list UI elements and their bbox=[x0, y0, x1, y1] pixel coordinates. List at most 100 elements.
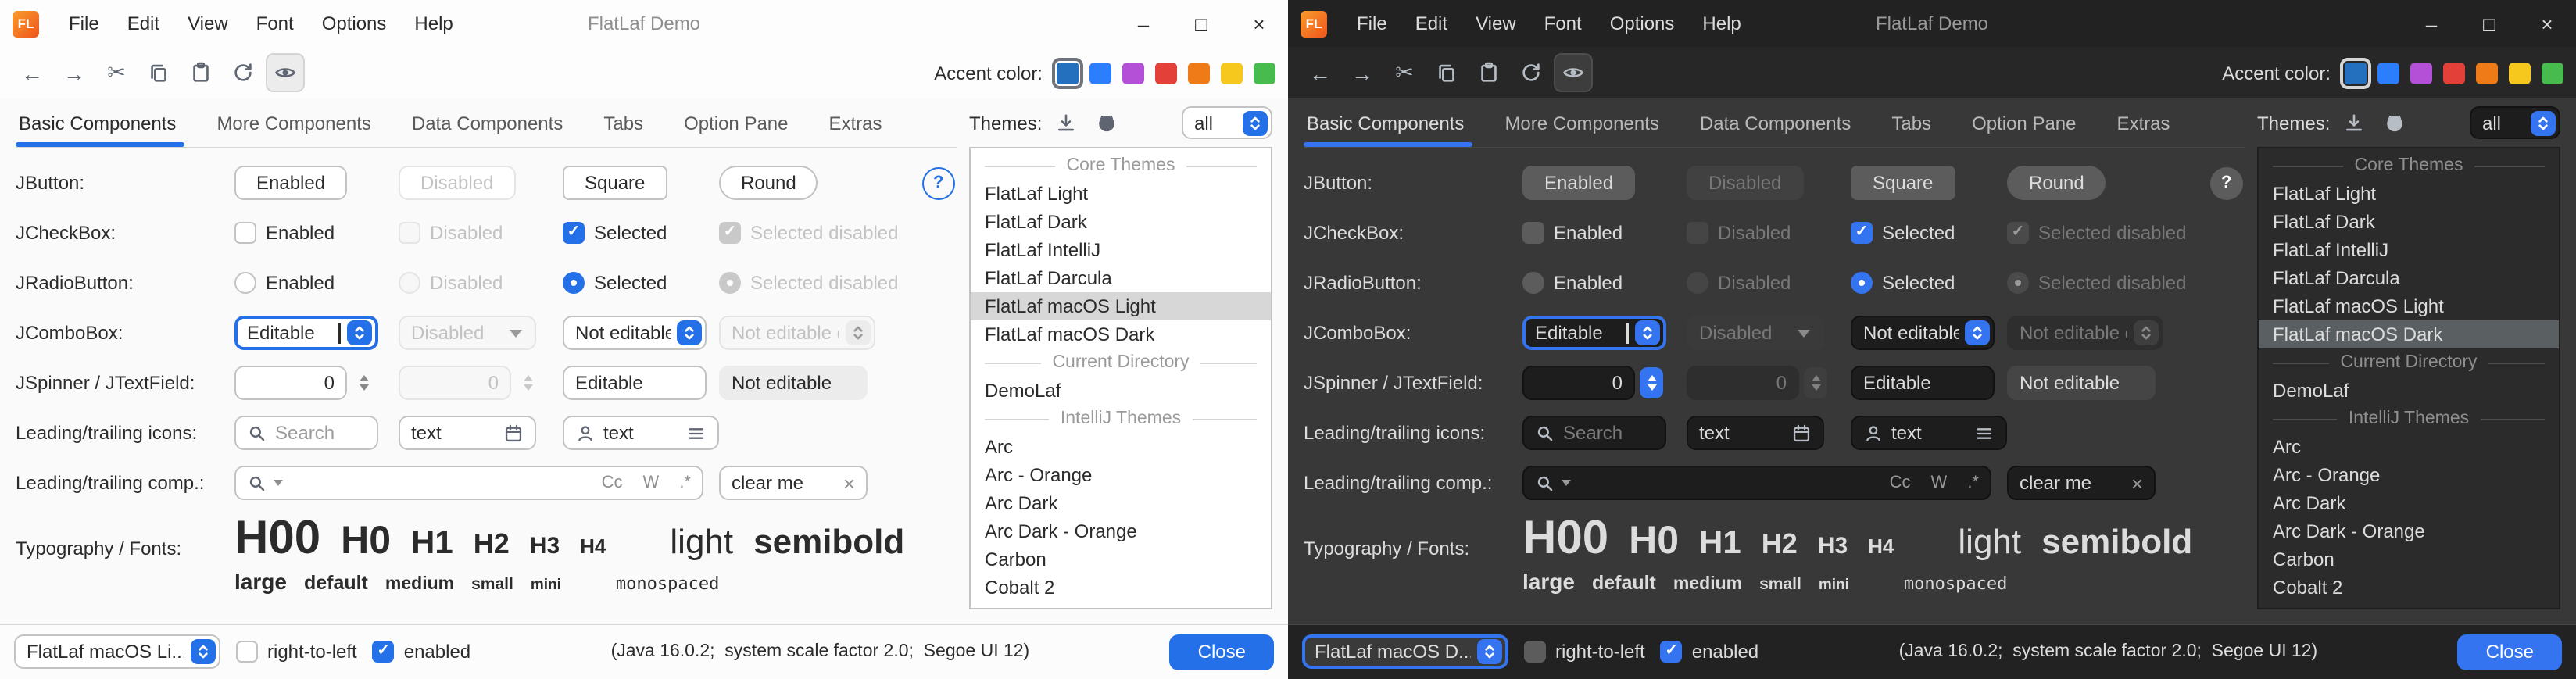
forward-button[interactable]: → bbox=[1343, 53, 1382, 92]
cut-button[interactable]: ✂ bbox=[1385, 53, 1424, 92]
theme-list-item[interactable]: Arc bbox=[2259, 433, 2559, 461]
enabled-button[interactable]: Enabled bbox=[1522, 166, 1635, 200]
combobox-arrow-button[interactable] bbox=[1634, 320, 1659, 345]
checkbox-enabled[interactable]: Enabled bbox=[1522, 222, 1623, 244]
download-themes-button[interactable] bbox=[2336, 105, 2370, 140]
clear-me-field[interactable]: clear me × bbox=[719, 466, 868, 500]
theme-list-item[interactable]: FlatLaf IntelliJ bbox=[2259, 236, 2559, 264]
editable-combobox[interactable]: Editable bbox=[234, 316, 378, 350]
search-with-options-field[interactable]: Cc W .* bbox=[234, 466, 703, 500]
theme-list-item[interactable]: FlatLaf macOS Dark bbox=[971, 320, 1271, 348]
not-editable-combobox[interactable]: Not editable bbox=[563, 316, 707, 350]
chevron-down-icon[interactable] bbox=[274, 480, 283, 486]
accent-swatch-yellow[interactable] bbox=[2509, 62, 2531, 84]
refresh-button[interactable] bbox=[224, 53, 263, 92]
tab-data-components[interactable]: Data Components bbox=[392, 98, 583, 147]
square-button[interactable]: Square bbox=[1851, 166, 1955, 200]
date-field[interactable]: text bbox=[399, 416, 536, 450]
editable-combobox[interactable]: Editable bbox=[1522, 316, 1666, 350]
theme-list-item[interactable]: FlatLaf IntelliJ bbox=[971, 236, 1271, 264]
accent-swatch-red[interactable] bbox=[2443, 62, 2465, 84]
theme-list-item[interactable]: FlatLaf Light bbox=[2259, 180, 2559, 208]
regex-toggle[interactable]: .* bbox=[1967, 474, 1979, 492]
square-button[interactable]: Square bbox=[563, 166, 667, 200]
minimize-button[interactable]: – bbox=[1114, 0, 1172, 47]
paste-button[interactable] bbox=[181, 53, 220, 92]
chevron-down-icon[interactable] bbox=[1562, 480, 1571, 486]
refresh-button[interactable] bbox=[1512, 53, 1551, 92]
menu-file[interactable]: File bbox=[55, 0, 113, 47]
menu-view[interactable]: View bbox=[174, 0, 242, 47]
tab-more-components[interactable]: More Components bbox=[196, 98, 391, 147]
right-to-left-checkbox[interactable]: right-to-left bbox=[236, 641, 357, 663]
tab-data-components[interactable]: Data Components bbox=[1680, 98, 1871, 147]
accent-swatch-green[interactable] bbox=[2542, 62, 2563, 84]
menu-font[interactable]: Font bbox=[242, 0, 308, 47]
menu-list-icon[interactable] bbox=[686, 423, 707, 443]
theme-list-item[interactable]: Arc - Orange bbox=[2259, 461, 2559, 489]
theme-list-item[interactable]: Arc Dark - Orange bbox=[971, 517, 1271, 545]
combobox-arrow-button[interactable] bbox=[676, 320, 701, 345]
theme-list-item[interactable]: Arc bbox=[971, 433, 1271, 461]
checkbox-selected[interactable]: ✓Selected bbox=[1851, 222, 1955, 244]
minimize-button[interactable]: – bbox=[2402, 0, 2460, 47]
themes-filter-combo[interactable]: all bbox=[1182, 106, 1272, 139]
menu-font[interactable]: Font bbox=[1530, 0, 1596, 47]
back-button[interactable]: ← bbox=[1301, 53, 1340, 92]
tab-tabs[interactable]: Tabs bbox=[583, 98, 664, 147]
theme-list-item[interactable]: FlatLaf macOS Light bbox=[2259, 292, 2559, 320]
search-field[interactable]: Search bbox=[234, 416, 378, 450]
spinner-arrows[interactable] bbox=[1640, 367, 1663, 398]
help-button[interactable]: ? bbox=[2210, 166, 2242, 199]
laf-combo[interactable]: FlatLaf macOS Li... bbox=[14, 634, 220, 669]
enabled-button[interactable]: Enabled bbox=[234, 166, 347, 200]
checkbox-enabled[interactable]: Enabled bbox=[234, 222, 335, 244]
tab-option-pane[interactable]: Option Pane bbox=[1952, 98, 2096, 147]
menu-help[interactable]: Help bbox=[400, 0, 467, 47]
accent-swatch-yellow[interactable] bbox=[1221, 62, 1243, 84]
accent-swatch-blue[interactable] bbox=[1089, 62, 1111, 84]
combobox-arrow-button[interactable] bbox=[2530, 110, 2555, 135]
accent-swatch-orange[interactable] bbox=[2476, 62, 2498, 84]
menu-edit[interactable]: Edit bbox=[1401, 0, 1462, 47]
theme-list-item[interactable]: FlatLaf Dark bbox=[971, 208, 1271, 236]
combobox-arrow-button[interactable] bbox=[1964, 320, 1989, 345]
radio-selected[interactable]: Selected bbox=[1851, 272, 1955, 294]
theme-list-item[interactable]: Cobalt 2 bbox=[2259, 574, 2559, 602]
spinner-value[interactable]: 0 bbox=[234, 366, 347, 400]
window-close-button[interactable]: × bbox=[1230, 0, 1288, 47]
whole-words-toggle[interactable]: W bbox=[1931, 474, 1948, 492]
tab-option-pane[interactable]: Option Pane bbox=[664, 98, 808, 147]
date-field[interactable]: text bbox=[1687, 416, 1824, 450]
theme-list-item[interactable]: FlatLaf Dark bbox=[2259, 208, 2559, 236]
cut-button[interactable]: ✂ bbox=[97, 53, 136, 92]
theme-list-item[interactable]: DemoLaf bbox=[2259, 377, 2559, 405]
enabled-checkbox[interactable]: ✓ enabled bbox=[373, 641, 470, 663]
theme-list-item[interactable]: FlatLaf Darcula bbox=[2259, 264, 2559, 292]
match-case-toggle[interactable]: Cc bbox=[602, 474, 623, 492]
spinner-value[interactable]: 0 bbox=[1522, 366, 1635, 400]
theme-list-item[interactable]: Arc Dark - Orange bbox=[2259, 517, 2559, 545]
paste-button[interactable] bbox=[1469, 53, 1508, 92]
download-themes-button[interactable] bbox=[1048, 105, 1082, 140]
menu-file[interactable]: File bbox=[1343, 0, 1401, 47]
forward-button[interactable]: → bbox=[55, 53, 94, 92]
combobox-arrow-button[interactable] bbox=[346, 320, 371, 345]
tab-basic-components[interactable]: Basic Components bbox=[1304, 98, 1484, 147]
round-button[interactable]: Round bbox=[719, 166, 818, 200]
menu-view[interactable]: View bbox=[1462, 0, 1530, 47]
copy-button[interactable] bbox=[139, 53, 178, 92]
whole-words-toggle[interactable]: W bbox=[643, 474, 660, 492]
match-case-toggle[interactable]: Cc bbox=[1890, 474, 1911, 492]
clear-icon[interactable]: × bbox=[843, 471, 855, 495]
combobox-arrow-button[interactable] bbox=[1242, 110, 1267, 135]
accent-swatch-blue-selected[interactable] bbox=[1057, 62, 1079, 84]
user-field[interactable]: text bbox=[1851, 416, 2007, 450]
accent-swatch-purple[interactable] bbox=[1122, 62, 1144, 84]
maximize-button[interactable]: □ bbox=[2460, 0, 2518, 47]
themes-filter-combo[interactable]: all bbox=[2470, 106, 2560, 139]
checkbox-selected[interactable]: ✓Selected bbox=[563, 222, 667, 244]
round-button[interactable]: Round bbox=[2007, 166, 2106, 200]
github-button[interactable] bbox=[2377, 105, 2411, 140]
theme-list-item[interactable]: Arc - Orange bbox=[971, 461, 1271, 489]
